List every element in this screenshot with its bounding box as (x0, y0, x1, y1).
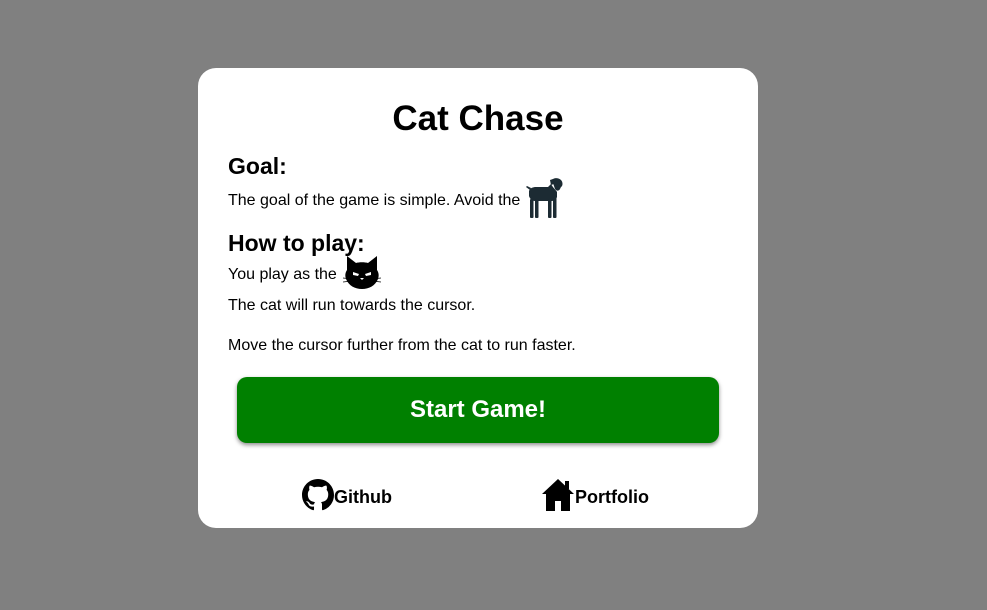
goal-text-row: The goal of the game is simple. Avoid th… (228, 177, 728, 225)
play-as-text: You play as the (228, 266, 337, 283)
instruction-speed: Move the cursor further from the cat to … (228, 337, 576, 354)
portfolio-label: Portfolio (575, 486, 649, 507)
cat-icon (342, 254, 381, 296)
game-title: Cat Chase (392, 99, 564, 138)
github-link[interactable]: Github (302, 478, 392, 516)
play-as-row: You play as the (228, 256, 728, 294)
how-to-play-heading: How to play: (228, 230, 365, 256)
instruction-run: The cat will run towards the cursor. (228, 297, 476, 314)
start-game-button[interactable]: Start Game! (237, 377, 719, 443)
github-label: Github (334, 486, 392, 507)
portfolio-link[interactable]: Portfolio (541, 478, 649, 517)
goal-heading: Goal: (228, 153, 287, 179)
start-menu-card: Cat Chase Goal: The goal of the game is … (198, 68, 758, 528)
dog-icon (526, 177, 564, 225)
github-icon (302, 478, 334, 516)
footer-links: Github Portfolio (198, 478, 758, 517)
home-icon (541, 478, 575, 517)
goal-text: The goal of the game is simple. Avoid th… (228, 192, 521, 209)
